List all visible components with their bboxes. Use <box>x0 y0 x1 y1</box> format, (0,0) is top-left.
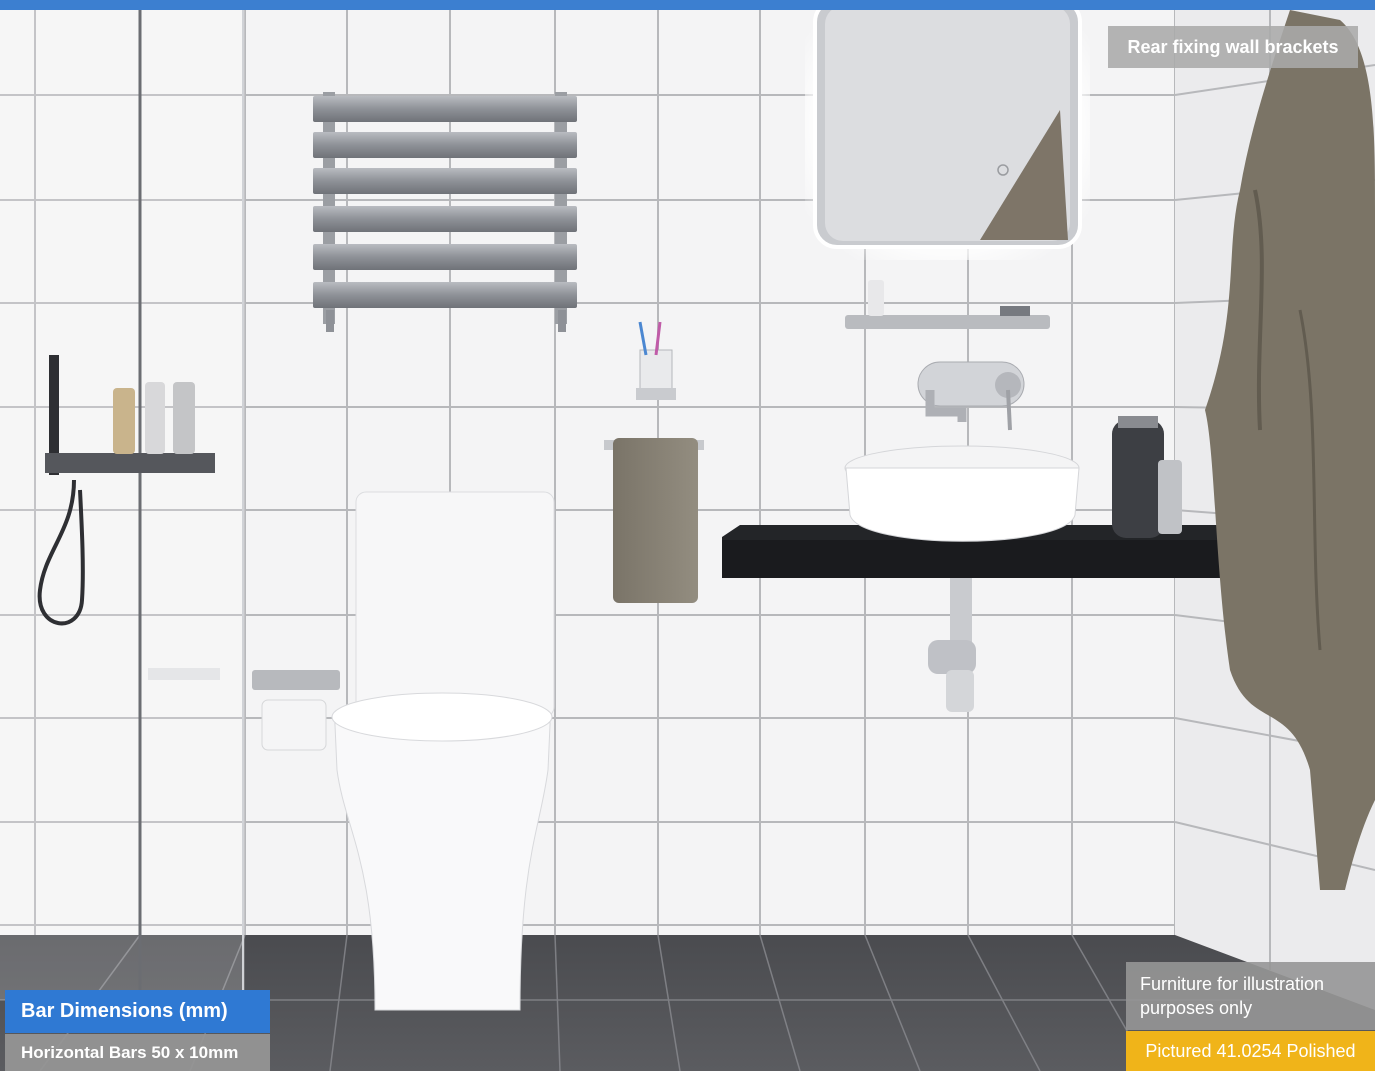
horizontal-bars-dimension: Horizontal Bars 50 x 10mm <box>5 1034 270 1071</box>
top-accent-strip <box>0 0 1375 10</box>
rear-fixing-label: Rear fixing wall brackets <box>1108 26 1358 68</box>
furniture-disclaimer: Furniture for illustration purposes only <box>1126 962 1375 1030</box>
pictured-model-label: Pictured 41.0254 Polished <box>1126 1031 1375 1071</box>
bar-dimensions-title: Bar Dimensions (mm) <box>5 990 270 1033</box>
bathroom-photo <box>0 10 1375 1071</box>
